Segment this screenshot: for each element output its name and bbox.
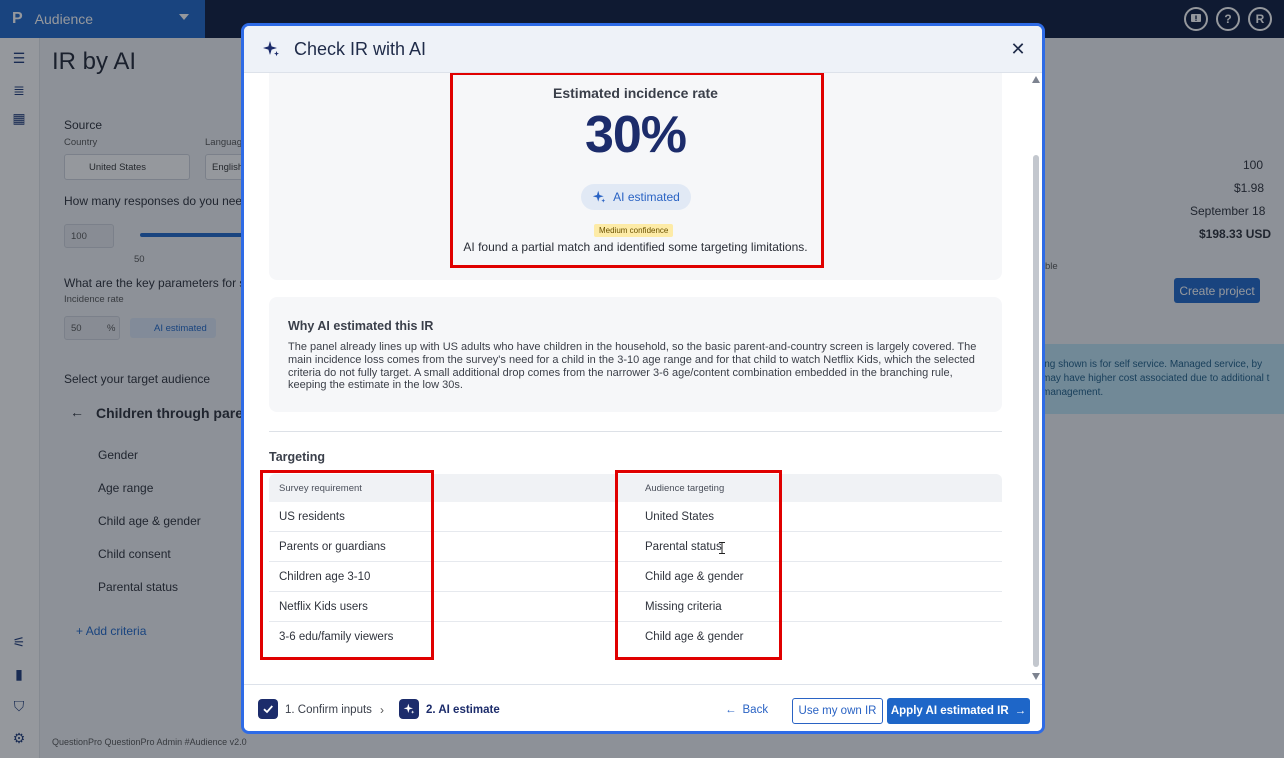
highlight-box-estimate	[450, 73, 824, 268]
modal-title: Check IR with AI	[294, 39, 427, 59]
back-button-label: Back	[742, 704, 769, 716]
why-text: The panel already lines up with US adult…	[288, 341, 977, 392]
modal-header: Check IR with AI ✕	[244, 26, 1042, 73]
use-own-ir-button[interactable]: Use my own IR	[792, 698, 883, 724]
targeting-title: Targeting	[269, 450, 326, 464]
back-button[interactable]: ← Back	[725, 698, 768, 722]
highlight-box-targeting	[615, 470, 782, 660]
why-card: Why AI estimated this IR The panel alrea…	[269, 297, 1002, 412]
sparkle-icon	[263, 41, 279, 57]
arrow-right-icon: →	[1014, 705, 1027, 717]
check-ir-modal: Check IR with AI ✕ Estimated incidence r…	[241, 23, 1045, 734]
highlight-box-requirements	[260, 470, 434, 660]
section-divider	[269, 431, 1002, 432]
modal-footer: 1. Confirm inputs › 2. AI estimate ← Bac…	[244, 684, 1042, 731]
close-icon[interactable]: ✕	[1008, 39, 1028, 59]
step-2-sparkle-icon	[399, 699, 419, 719]
text-cursor-icon	[719, 542, 725, 554]
scrollbar-thumb[interactable]	[1033, 155, 1039, 667]
apply-button-label: Apply AI estimated IR	[890, 705, 1009, 717]
arrow-left-icon: ←	[725, 704, 737, 716]
scroll-up-arrow-icon[interactable]	[1032, 76, 1040, 83]
scroll-down-arrow-icon[interactable]	[1032, 673, 1040, 680]
scrollbar[interactable]	[1030, 73, 1042, 683]
modal-body[interactable]: Estimated incidence rate 30% AI estimate…	[244, 73, 1042, 683]
step-1-label[interactable]: 1. Confirm inputs	[285, 704, 372, 716]
apply-ai-ir-button[interactable]: Apply AI estimated IR →	[887, 698, 1030, 724]
step-2-label: 2. AI estimate	[426, 704, 500, 716]
step-1-check-icon[interactable]	[258, 699, 278, 719]
why-title: Why AI estimated this IR	[288, 319, 434, 333]
chevron-right-icon: ›	[380, 703, 384, 717]
